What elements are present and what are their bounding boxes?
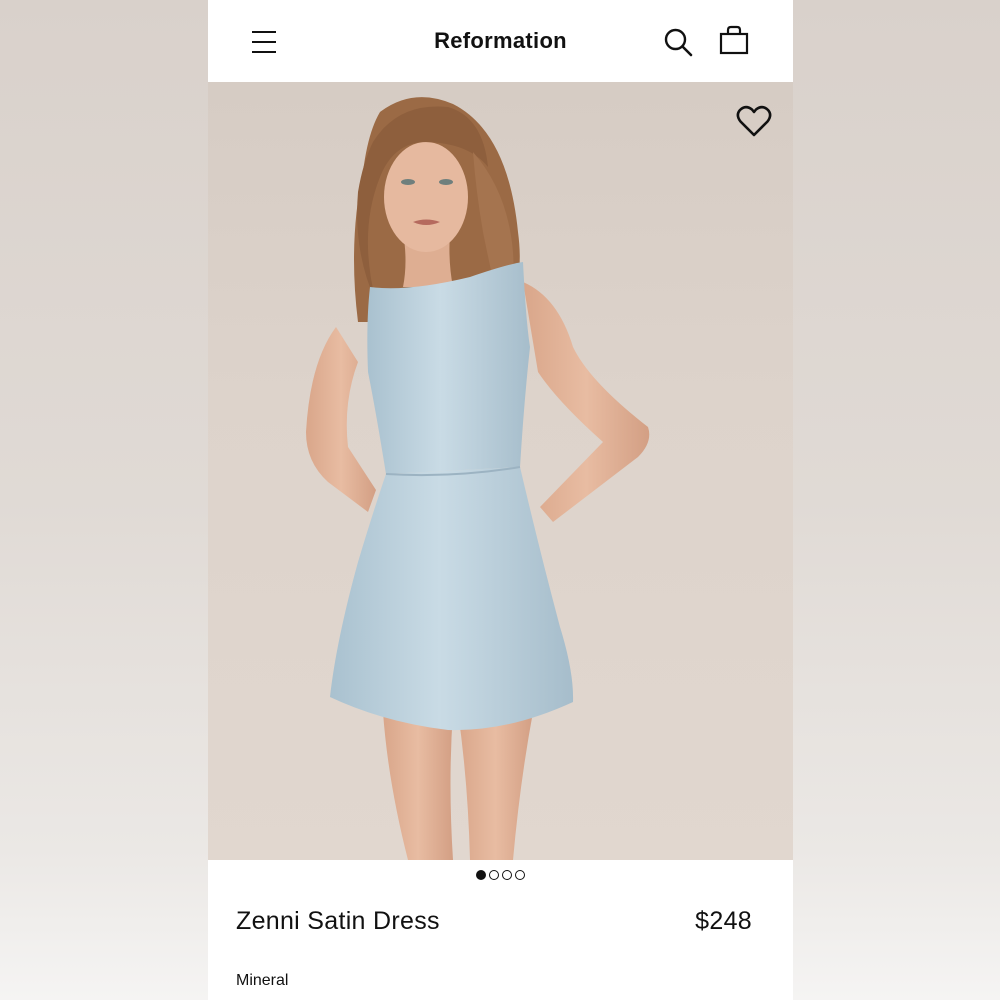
backdrop-right — [793, 0, 1000, 1000]
carousel-dot-1[interactable] — [476, 870, 486, 880]
image-carousel-indicator — [208, 870, 793, 884]
product-page: Reformation Zenni Satin Dress $248 Miner… — [208, 0, 793, 1000]
shopping-bag-icon[interactable] — [718, 24, 750, 56]
product-color: Mineral — [236, 972, 289, 989]
carousel-dot-3[interactable] — [502, 870, 512, 880]
search-icon[interactable] — [663, 27, 693, 57]
heart-icon[interactable] — [736, 104, 772, 138]
carousel-dot-4[interactable] — [515, 870, 525, 880]
top-navigation-bar: Reformation — [208, 0, 793, 82]
brand-logo[interactable]: Reformation — [208, 28, 793, 54]
carousel-dot-2[interactable] — [489, 870, 499, 880]
product-price: $248 — [695, 907, 752, 935]
product-image[interactable] — [208, 82, 793, 860]
backdrop-left — [0, 0, 208, 1000]
model-photo — [306, 97, 650, 860]
product-name: Zenni Satin Dress — [236, 907, 440, 935]
